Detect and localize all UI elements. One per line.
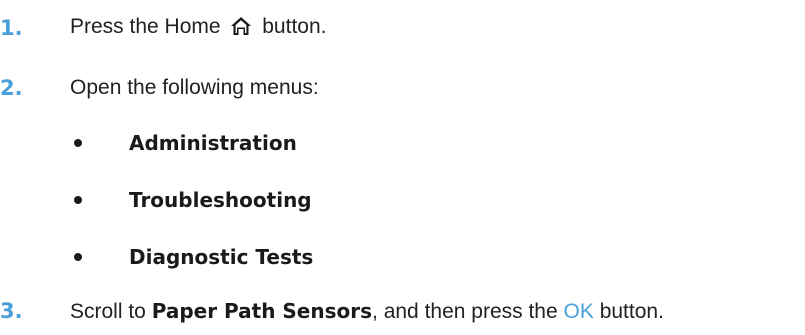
step-1-text-before: Press the Home xyxy=(70,14,221,38)
step-3-text-before: Scroll to xyxy=(70,299,146,323)
step-1-text: Press the Home button. xyxy=(70,15,326,42)
step-1-text-after: button. xyxy=(262,14,327,38)
bullet-icon xyxy=(74,139,82,147)
bullet-icon xyxy=(74,196,82,204)
bullet-icon xyxy=(74,253,82,261)
home-icon xyxy=(230,16,252,42)
step-3-number: 3. xyxy=(0,299,23,323)
step-3-text-middle: , and then press the xyxy=(372,299,558,323)
step-1-number: 1. xyxy=(0,16,23,40)
menu-item-label: Administration xyxy=(129,131,297,155)
step-3-setting-name: Paper Path Sensors xyxy=(151,298,373,323)
step-3-text-after: button. xyxy=(599,299,664,323)
menu-item-label: Diagnostic Tests xyxy=(129,245,314,269)
menu-item-label: Troubleshooting xyxy=(129,188,312,212)
step-2-number: 2. xyxy=(0,76,23,100)
step-2-text: Open the following menus: xyxy=(70,76,319,99)
ok-button-label: OK xyxy=(563,299,594,323)
step-3-text: Scroll to Paper Path Sensors, and then p… xyxy=(70,299,664,324)
